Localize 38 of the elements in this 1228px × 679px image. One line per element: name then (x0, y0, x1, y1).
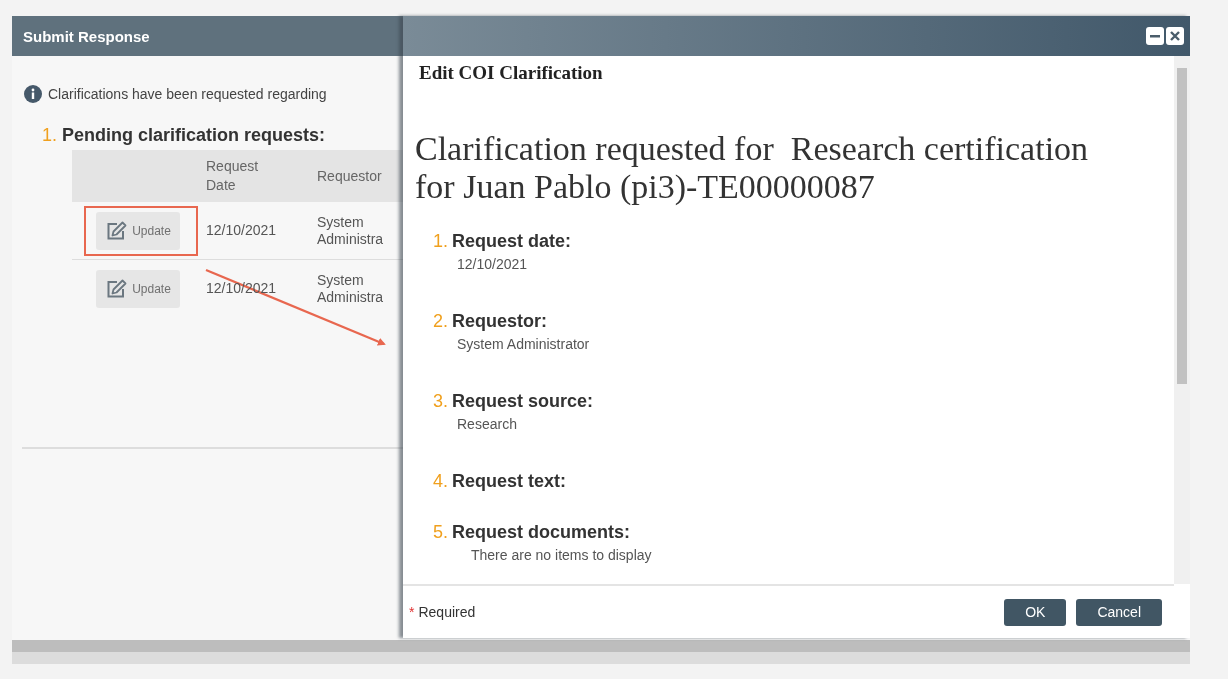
window-title: Submit Response (23, 27, 150, 45)
field-label: Requestor: (452, 311, 548, 332)
update-button[interactable]: Update (96, 211, 180, 250)
column-header: Request Date (205, 157, 260, 195)
dialog-button[interactable]: Cancel (1076, 598, 1162, 626)
step-number: 4. (433, 471, 448, 492)
minimize-button[interactable] (1146, 27, 1164, 45)
field-value: 12/10/2021 (457, 256, 529, 272)
table-cell-text: 12/10/2021 (205, 222, 278, 239)
page-heading: Clarification requested for Research certification for Juan Pablo (pi3)-TE00000087 (415, 130, 1090, 206)
required-mark: * (409, 604, 415, 620)
field-value: Research (457, 416, 518, 432)
close-icon (1169, 30, 1181, 42)
dialog-button[interactable]: OK (1004, 598, 1067, 626)
scrollbar-thumb[interactable] (1177, 68, 1187, 384)
update-button[interactable]: Update (96, 269, 180, 308)
info-message: Clarifications have been requested regarding (48, 86, 327, 102)
step-number: 5. (433, 522, 448, 543)
empty-message: There are no items to display (471, 547, 653, 563)
field-label: Request text: (452, 471, 567, 492)
field-label: Request source: (452, 391, 594, 412)
required-label: Required (418, 604, 476, 620)
table-cell-text: System Administra (316, 213, 385, 248)
dialog-title: Edit COI Clarification (419, 62, 604, 84)
edit-icon (105, 278, 128, 299)
step-number: 1. (433, 231, 448, 252)
close-button[interactable] (1166, 27, 1184, 45)
step-number: 2. (433, 311, 448, 332)
edit-icon (105, 220, 128, 241)
step-number: 1. (42, 125, 57, 146)
field-value: System Administrator (457, 336, 591, 352)
info-icon (24, 85, 42, 103)
table-cell-text: System Administra (316, 271, 385, 306)
scrollbar[interactable] (1174, 56, 1190, 584)
field-label: Request date: (452, 231, 572, 252)
section-heading: Pending clarification requests: (62, 125, 326, 146)
field-label: Request documents: (452, 522, 631, 543)
step-number: 3. (433, 391, 448, 412)
